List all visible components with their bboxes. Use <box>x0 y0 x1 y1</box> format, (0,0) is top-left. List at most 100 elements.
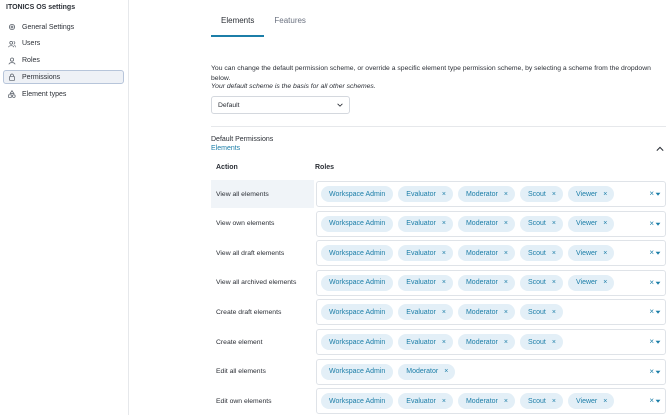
role-chip[interactable]: Workspace Admin <box>321 393 394 410</box>
sidebar-item-roles[interactable]: Roles <box>3 54 124 68</box>
dropdown-arrow-icon[interactable] <box>655 222 661 227</box>
remove-role-icon[interactable]: × <box>552 398 556 405</box>
remove-role-icon[interactable]: × <box>504 250 508 257</box>
role-chip[interactable]: Viewer × <box>567 393 615 410</box>
remove-role-icon[interactable]: × <box>552 220 556 227</box>
remove-role-icon[interactable]: × <box>603 220 607 227</box>
role-chip[interactable]: Workspace Admin <box>321 274 394 291</box>
roles-multiselect[interactable]: Workspace Admin Evaluator × Moderator × Scout… <box>316 181 666 207</box>
role-chip[interactable]: Moderator × <box>457 304 515 321</box>
dropdown-arrow-icon[interactable] <box>655 340 661 345</box>
clear-roles-icon[interactable]: × <box>649 397 654 405</box>
sidebar-item-users[interactable]: Users <box>3 37 124 51</box>
dropdown-arrow-icon[interactable] <box>655 192 661 197</box>
clear-roles-icon[interactable]: × <box>649 190 654 198</box>
role-chip[interactable]: Moderator × <box>457 393 515 410</box>
remove-role-icon[interactable]: × <box>603 191 607 198</box>
role-chip[interactable]: Viewer × <box>567 186 615 202</box>
roles-multiselect[interactable]: Workspace Admin Evaluator × Moderator × Scout… <box>316 388 666 415</box>
remove-role-icon[interactable]: × <box>603 398 607 405</box>
role-chip[interactable]: Scout × <box>519 186 563 202</box>
clear-roles-icon[interactable]: × <box>649 367 654 376</box>
role-chip[interactable]: Scout × <box>519 245 563 262</box>
clear-roles-icon[interactable]: × <box>649 278 654 287</box>
action-label: Edit all elements <box>216 368 266 376</box>
remove-role-icon[interactable]: × <box>552 279 556 286</box>
role-chip[interactable]: Evaluator × <box>398 334 453 350</box>
clear-roles-icon[interactable]: × <box>649 338 654 346</box>
role-chip[interactable]: Viewer × <box>567 245 615 262</box>
role-chip[interactable]: Evaluator × <box>398 245 453 262</box>
sidebar-item-general-settings[interactable]: General Settings <box>3 20 124 34</box>
roles-multiselect[interactable]: Workspace Admin Evaluator × Moderator × Scout… <box>316 329 666 355</box>
role-chip[interactable]: Workspace Admin <box>321 245 394 262</box>
remove-role-icon[interactable]: × <box>442 309 446 316</box>
roles-multiselect[interactable]: Workspace Admin Moderator × × <box>316 358 666 385</box>
remove-role-icon[interactable]: × <box>504 191 508 198</box>
remove-role-icon[interactable]: × <box>504 339 508 346</box>
remove-role-icon[interactable]: × <box>552 309 556 316</box>
role-chip[interactable]: Workspace Admin <box>321 215 394 232</box>
dropdown-arrow-icon[interactable] <box>655 281 661 286</box>
role-chip[interactable]: Viewer × <box>567 215 615 232</box>
role-chip[interactable]: Moderator × <box>398 363 456 380</box>
table-row: View own elements Workspace Admin Evaluato… <box>211 210 666 238</box>
role-chip[interactable]: Workspace Admin <box>321 334 394 350</box>
role-chip[interactable]: Workspace Admin <box>321 363 394 380</box>
role-chip[interactable]: Scout × <box>519 334 563 350</box>
role-chip[interactable]: Evaluator × <box>398 186 453 202</box>
role-chip[interactable]: Moderator × <box>457 186 515 202</box>
remove-role-icon[interactable]: × <box>552 339 556 346</box>
dropdown-arrow-icon[interactable] <box>655 310 661 315</box>
remove-role-icon[interactable]: × <box>552 250 556 257</box>
role-chip[interactable]: Scout × <box>519 304 563 321</box>
role-chip[interactable]: Scout × <box>519 274 563 291</box>
role-chip[interactable]: Viewer × <box>567 274 615 291</box>
sidebar-item-element-types[interactable]: Element types <box>3 87 124 101</box>
role-chip[interactable]: Evaluator × <box>398 215 453 232</box>
role-chip-label: Scout <box>527 190 546 198</box>
section-elements-link[interactable]: Elements <box>211 145 240 152</box>
remove-role-icon[interactable]: × <box>442 398 446 405</box>
remove-role-icon[interactable]: × <box>504 220 508 227</box>
roles-multiselect[interactable]: Workspace Admin Evaluator × Moderator × Scout… <box>316 269 666 296</box>
role-chip[interactable]: Evaluator × <box>398 393 453 410</box>
tab-elements[interactable]: Elements <box>211 10 265 37</box>
role-chip[interactable]: Workspace Admin <box>321 186 394 202</box>
remove-role-icon[interactable]: × <box>442 339 446 346</box>
remove-role-icon[interactable]: × <box>504 398 508 405</box>
clear-roles-icon[interactable]: × <box>649 249 654 257</box>
role-chip[interactable]: Workspace Admin <box>321 304 394 321</box>
clear-roles-icon[interactable]: × <box>649 308 654 316</box>
role-chip[interactable]: Evaluator × <box>398 274 453 291</box>
remove-role-icon[interactable]: × <box>552 191 556 198</box>
roles-multiselect[interactable]: Workspace Admin Evaluator × Moderator × Scout… <box>316 299 666 326</box>
clear-roles-icon[interactable]: × <box>649 219 654 228</box>
chevron-up-icon[interactable] <box>656 145 664 153</box>
sidebar-item-permissions[interactable]: Permissions <box>3 70 124 85</box>
remove-role-icon[interactable]: × <box>442 250 446 257</box>
remove-role-icon[interactable]: × <box>603 279 607 286</box>
action-label: View all archived elements <box>216 279 297 287</box>
remove-role-icon[interactable]: × <box>442 220 446 227</box>
role-chip[interactable]: Scout × <box>519 215 563 232</box>
dropdown-arrow-icon[interactable] <box>655 370 661 375</box>
remove-role-icon[interactable]: × <box>442 191 446 198</box>
dropdown-arrow-icon[interactable] <box>655 399 661 404</box>
roles-multiselect[interactable]: Workspace Admin Evaluator × Moderator × Scout… <box>316 210 666 237</box>
remove-role-icon[interactable]: × <box>444 368 448 375</box>
dropdown-arrow-icon[interactable] <box>655 251 661 256</box>
role-chip[interactable]: Moderator × <box>457 215 515 232</box>
remove-role-icon[interactable]: × <box>504 279 508 286</box>
role-chip[interactable]: Moderator × <box>457 334 515 350</box>
remove-role-icon[interactable]: × <box>442 279 446 286</box>
roles-multiselect[interactable]: Workspace Admin Evaluator × Moderator × Scout… <box>316 240 666 267</box>
remove-role-icon[interactable]: × <box>603 250 607 257</box>
role-chip[interactable]: Evaluator × <box>398 304 453 321</box>
scheme-select[interactable]: Default <box>211 96 350 114</box>
tab-features[interactable]: Features <box>264 10 316 36</box>
role-chip[interactable]: Moderator × <box>457 245 515 262</box>
role-chip[interactable]: Scout × <box>519 393 563 410</box>
role-chip[interactable]: Moderator × <box>457 274 515 291</box>
remove-role-icon[interactable]: × <box>504 309 508 316</box>
